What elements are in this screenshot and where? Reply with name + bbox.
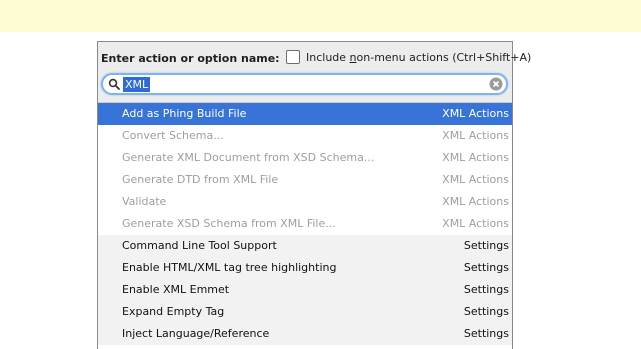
action-name: Generate XML Document from XSD Schema... <box>122 151 375 164</box>
action-group: Settings <box>463 305 509 318</box>
result-row[interactable]: Enable XML Emmet Settings <box>98 279 512 301</box>
result-row[interactable]: Command Line Tool Support Settings <box>98 235 512 257</box>
include-nonmenu-checkbox[interactable] <box>286 50 300 64</box>
popup-header: Enter action or option name: Include non… <box>98 42 531 103</box>
action-group: Settings <box>463 261 509 274</box>
action-name: Inject Language/Reference <box>122 327 270 340</box>
action-group: XML Actions <box>442 195 509 208</box>
search-field[interactable]: XML <box>101 73 508 95</box>
editor-hint-bar <box>0 0 641 32</box>
action-name: Add as Phing Build File <box>122 107 247 120</box>
prompt-label: Enter action or option name: <box>101 52 280 65</box>
result-row[interactable]: Add as Phing Build File XML Actions <box>98 103 512 125</box>
include-nonmenu-label-prefix: Include <box>306 50 350 64</box>
clear-search-icon[interactable] <box>489 77 503 91</box>
result-row[interactable]: Inject Language/Reference Settings <box>98 323 512 345</box>
result-row[interactable]: Generate XSD Schema from XML File... XML … <box>98 213 512 235</box>
action-name: Generate DTD from XML File <box>122 173 279 186</box>
result-row[interactable]: Generate XML Document from XSD Schema...… <box>98 147 512 169</box>
result-row[interactable]: Enable HTML/XML tag tree highlighting Set… <box>98 257 512 279</box>
search-input[interactable]: XML <box>123 77 151 92</box>
action-name: Command Line Tool Support <box>122 239 277 252</box>
action-group: XML Actions <box>442 107 509 120</box>
action-name: Generate XSD Schema from XML File... <box>122 217 336 230</box>
action-name: Enable XML Emmet <box>122 283 230 296</box>
result-row[interactable]: Expand Empty Tag Settings <box>98 301 512 323</box>
action-group: Settings <box>463 283 509 296</box>
action-group: XML Actions <box>442 217 509 230</box>
include-nonmenu-label[interactable]: Include non-menu actions (Ctrl+Shift+A) <box>306 51 531 64</box>
find-action-popup: Enter action or option name: Include non… <box>97 41 531 349</box>
include-nonmenu-label-suffix: on-menu actions (Ctrl+Shift+A) <box>356 50 532 64</box>
action-group: Settings <box>463 239 509 252</box>
search-icon <box>108 78 120 90</box>
result-row[interactable]: Validate XML Actions <box>98 191 512 213</box>
action-group: XML Actions <box>442 129 509 142</box>
action-group: XML Actions <box>442 173 509 186</box>
action-name: Convert Schema... <box>122 129 224 142</box>
include-nonmenu-mnemonic: n <box>349 50 357 64</box>
result-row[interactable]: Generate DTD from XML File XML Actions <box>98 169 512 191</box>
action-name: Validate <box>122 195 167 208</box>
action-name: Enable HTML/XML tag tree highlighting <box>122 261 337 274</box>
action-group: XML Actions <box>442 151 509 164</box>
results-list: Add as Phing Build File XML Actions Conve… <box>98 103 512 345</box>
action-group: Settings <box>463 327 509 340</box>
result-row[interactable]: Convert Schema... XML Actions <box>98 125 512 147</box>
action-name: Expand Empty Tag <box>122 305 225 318</box>
include-nonmenu-option[interactable]: Include non-menu actions (Ctrl+Shift+A) <box>286 50 531 64</box>
